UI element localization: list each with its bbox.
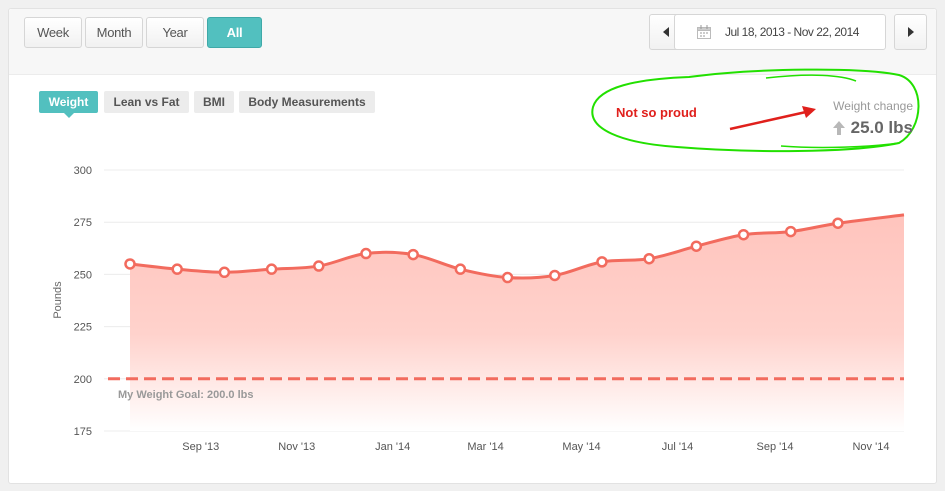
x-tick-label: Sep '14 [757, 441, 794, 453]
data-point [737, 228, 750, 241]
y-tick-label: 300 [74, 165, 92, 177]
data-point [360, 247, 372, 260]
data-point [265, 263, 278, 275]
y-tick-label: 250 [74, 269, 92, 281]
data-point [784, 225, 797, 238]
x-tick-label: Nov '14 [852, 441, 889, 453]
annotation-note: Not so proud [616, 105, 697, 120]
arrow-up-icon [832, 121, 845, 135]
y-tick-label: 200 [74, 374, 92, 386]
data-point [643, 252, 655, 265]
data-point [171, 263, 183, 275]
x-tick-label: Jan '14 [375, 441, 410, 453]
data-point [690, 240, 703, 252]
data-point [124, 258, 136, 270]
y-tick-label: 225 [74, 322, 92, 334]
goal-label: My Weight Goal: 200.0 lbs [118, 389, 254, 401]
x-tick-label: Jul '14 [662, 441, 693, 453]
data-point [313, 260, 325, 272]
data-point [549, 269, 561, 282]
weight-chart: My Weight Goal: 200.0 lbs 175 200 225 250 27… [52, 165, 905, 453]
x-tick-label: Sep '13 [182, 441, 219, 453]
data-point [501, 271, 514, 284]
data-point [596, 256, 608, 268]
x-tick-label: Mar '14 [467, 441, 503, 453]
weight-change-value-row: 25.0 lbs [790, 118, 913, 138]
data-point [218, 266, 231, 279]
x-tick-label: May '14 [562, 441, 600, 453]
y-tick-label: 275 [74, 217, 92, 229]
y-tick-label: 175 [74, 426, 92, 438]
weight-change-value: 25.0 lbs [850, 118, 913, 137]
data-point [407, 248, 419, 261]
weight-change-label: Weight change [833, 99, 913, 113]
x-tick-label: Nov '13 [278, 441, 315, 453]
y-axis-label: Pounds [52, 281, 64, 319]
data-point [832, 217, 844, 229]
data-point [454, 263, 467, 275]
